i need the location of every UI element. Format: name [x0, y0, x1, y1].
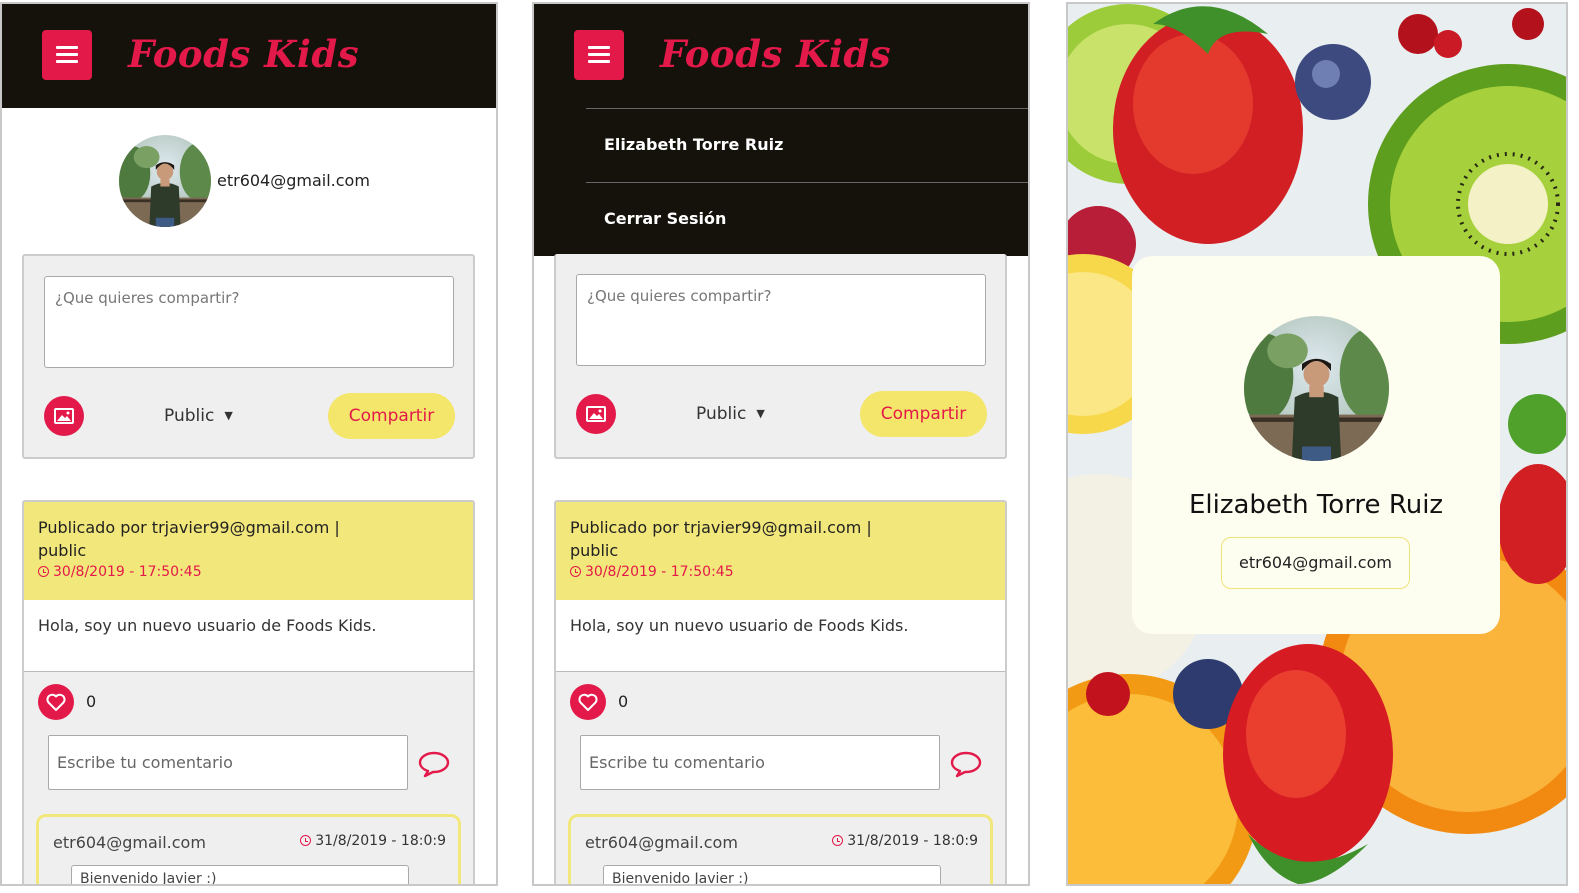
- menu-item-profile[interactable]: Elizabeth Torre Ruiz: [586, 108, 1028, 181]
- app-header: Foods Kids: [2, 4, 496, 108]
- menu-item-logout[interactable]: Cerrar Sesión: [586, 182, 1028, 255]
- clock-icon: [300, 835, 312, 846]
- caret-down-icon: ▼: [224, 409, 233, 422]
- post-composer: Public ▼ Compartir: [554, 254, 1007, 459]
- post-header: Publicado por trjavier99@gmail.com | pub…: [24, 502, 473, 600]
- post-card: Publicado por trjavier99@gmail.com | pub…: [554, 500, 1007, 884]
- comment-user: etr604@gmail.com: [585, 833, 738, 852]
- like-button[interactable]: [38, 684, 74, 720]
- avatar: [119, 135, 211, 227]
- image-icon: [54, 408, 74, 424]
- brand-logo[interactable]: Foods Kids: [660, 32, 891, 76]
- comment-text[interactable]: Bienvenido Javier :): [71, 865, 409, 884]
- profile-name: Elizabeth Torre Ruiz: [1188, 490, 1444, 520]
- like-button[interactable]: [570, 684, 606, 720]
- screen-menu-open: Foods Kids Elizabeth Torre Ruiz Cerrar S…: [532, 2, 1030, 886]
- profile-email: etr604@gmail.com: [217, 171, 370, 190]
- avatar: [1244, 316, 1389, 461]
- like-count: 0: [86, 692, 97, 711]
- comment-user: etr604@gmail.com: [53, 833, 206, 852]
- post-card: Publicado por trjavier99@gmail.com | pub…: [22, 500, 475, 884]
- heart-icon: [578, 693, 598, 711]
- post-composer: Public ▼ Compartir: [22, 254, 475, 459]
- comment-input[interactable]: [48, 735, 408, 790]
- comment-timestamp: 31/8/2019 - 18:0:9: [300, 833, 446, 849]
- hamburger-menu-button[interactable]: [42, 30, 92, 80]
- comment-input[interactable]: [580, 735, 940, 790]
- comment-bubble-icon[interactable]: [950, 750, 982, 778]
- brand-logo[interactable]: Foods Kids: [128, 32, 359, 76]
- app-header: Foods Kids: [534, 4, 1028, 108]
- comment-timestamp: 31/8/2019 - 18:0:9: [832, 833, 978, 849]
- image-upload-button[interactable]: [44, 396, 84, 436]
- share-textarea[interactable]: [576, 274, 986, 366]
- post-body: Hola, soy un nuevo usuario de Foods Kids…: [24, 600, 473, 672]
- profile-card: Elizabeth Torre Ruiz etr604@gmail.com: [1132, 256, 1500, 634]
- privacy-select[interactable]: Public ▼: [164, 406, 233, 426]
- clock-icon: [570, 566, 581, 577]
- post-author: Publicado por trjavier99@gmail.com | pub…: [38, 518, 340, 560]
- comment-bubble-icon[interactable]: [418, 750, 450, 778]
- screen-feed: Foods Kids etr604@gmail.com Public ▼ Comp…: [0, 2, 498, 886]
- profile-summary: etr604@gmail.com: [119, 135, 370, 227]
- heart-icon: [46, 693, 66, 711]
- screen-profile: Elizabeth Torre Ruiz etr604@gmail.com: [1066, 2, 1568, 886]
- caret-down-icon: ▼: [756, 407, 765, 420]
- profile-email-badge: etr604@gmail.com: [1221, 537, 1410, 589]
- clock-icon: [38, 566, 49, 577]
- like-count: 0: [618, 692, 629, 711]
- comment-card: etr604@gmail.com 31/8/2019 - 18:0:9 Bien…: [36, 814, 461, 884]
- share-button[interactable]: Compartir: [860, 391, 987, 437]
- privacy-value: Public: [164, 406, 215, 426]
- nav-dropdown: Elizabeth Torre Ruiz Cerrar Sesión: [534, 108, 1028, 256]
- image-upload-button[interactable]: [576, 394, 616, 434]
- comment-text[interactable]: Bienvenido Javier :): [603, 865, 941, 884]
- privacy-select[interactable]: Public ▼: [696, 404, 765, 424]
- post-timestamp: 30/8/2019 - 17:50:45: [38, 564, 459, 580]
- comment-card: etr604@gmail.com 31/8/2019 - 18:0:9 Bien…: [568, 814, 993, 884]
- post-author: Publicado por trjavier99@gmail.com | pub…: [570, 518, 872, 560]
- post-timestamp: 30/8/2019 - 17:50:45: [570, 564, 991, 580]
- share-textarea[interactable]: [44, 276, 454, 368]
- share-button[interactable]: Compartir: [328, 393, 455, 439]
- clock-icon: [832, 835, 844, 846]
- post-body: Hola, soy un nuevo usuario de Foods Kids…: [556, 600, 1005, 672]
- hamburger-menu-button[interactable]: [574, 30, 624, 80]
- privacy-value: Public: [696, 404, 747, 424]
- image-icon: [586, 406, 606, 422]
- post-header: Publicado por trjavier99@gmail.com | pub…: [556, 502, 1005, 600]
